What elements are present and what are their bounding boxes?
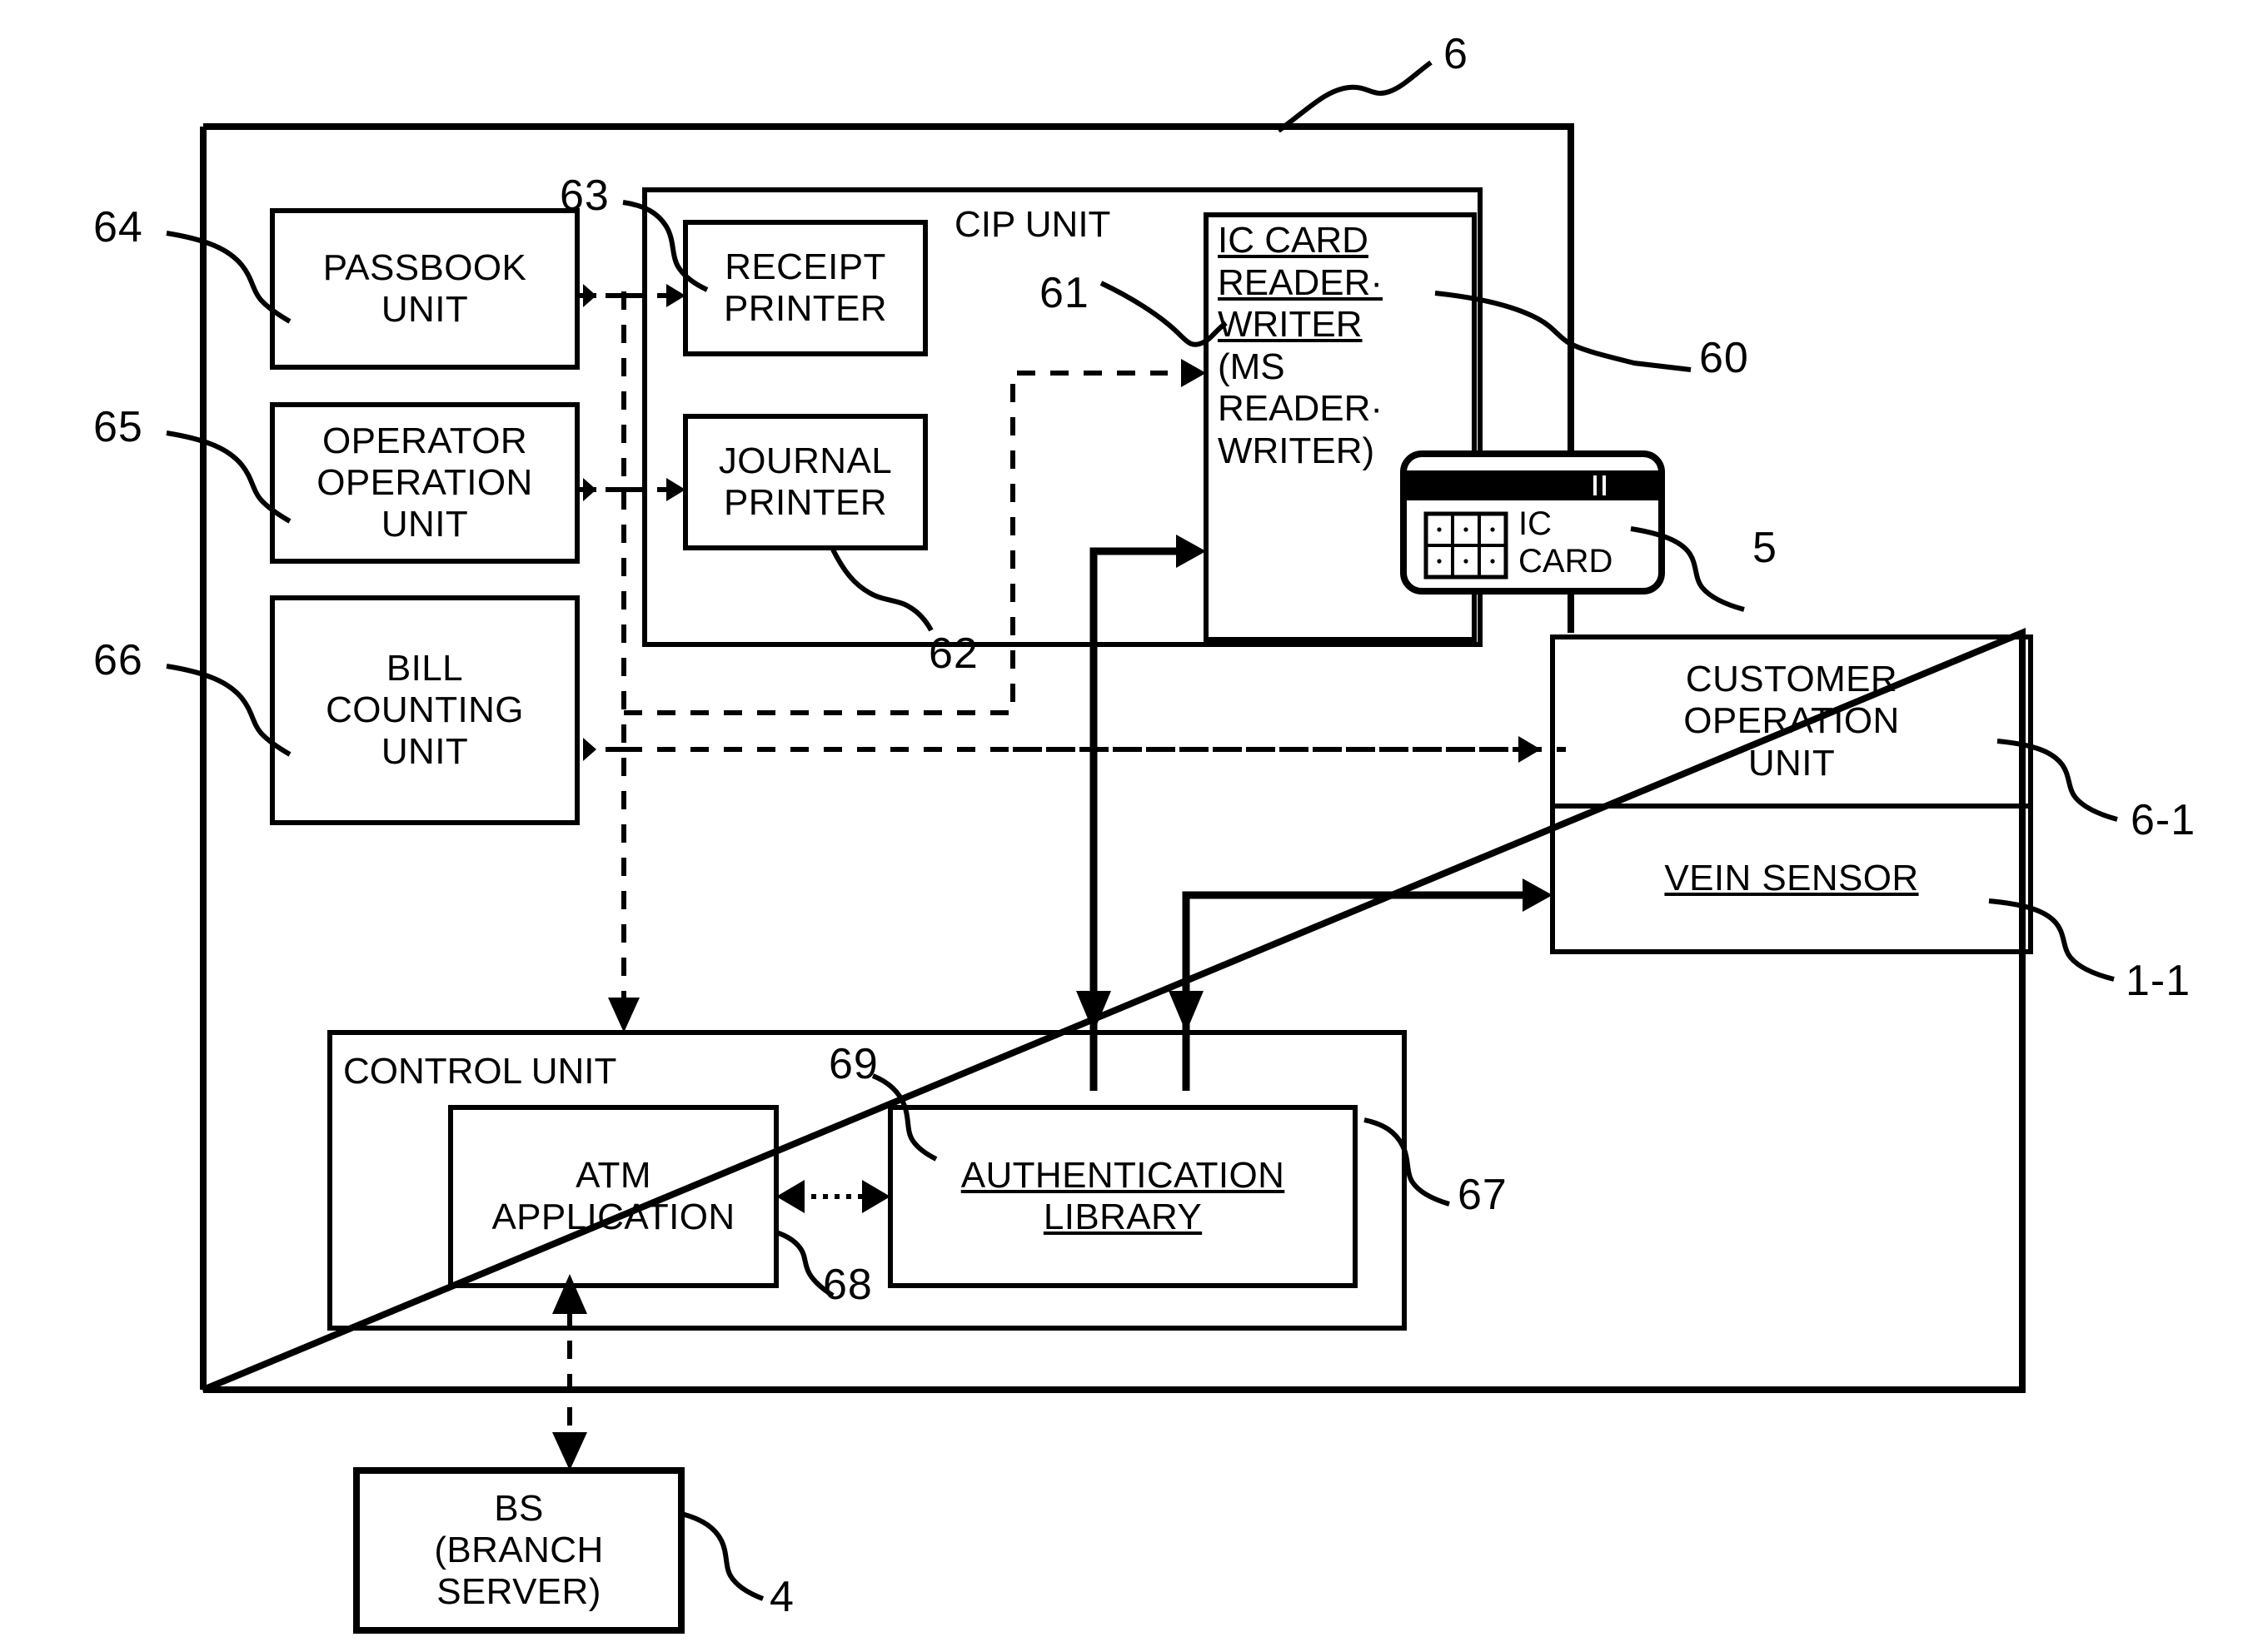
ic-card-reader-writer-line-1: IC CARD: [1218, 220, 1368, 261]
leader-65: [166, 430, 292, 524]
arrowhead-to-atm-application: [776, 1180, 805, 1213]
ref-6: 6: [1443, 30, 1468, 78]
journal-printer-label: JOURNAL PRINTER: [718, 440, 893, 523]
magnetic-stripe: [1407, 470, 1658, 500]
ref-1-1: 1-1: [2126, 957, 2191, 1005]
arrowhead-to-authentication-library: [862, 1180, 890, 1213]
ref-62: 62: [929, 629, 979, 678]
control-unit-title: CONTROL UNIT: [343, 1051, 617, 1092]
atm-application-label: ATM APPLICATION: [491, 1154, 735, 1237]
arrowhead-to-receipt-printer: [666, 284, 685, 307]
arrowhead-to-journal-printer: [666, 478, 685, 501]
leader-61: [1099, 281, 1228, 347]
ic-card-reader-writer-line-4: (MS: [1218, 346, 1285, 387]
ic-card-reader-writer-line-2: READER·: [1218, 261, 1383, 303]
passbook-unit-label: PASSBOOK UNIT: [322, 246, 527, 330]
leader-4: [680, 1511, 765, 1601]
ref-64: 64: [93, 203, 143, 251]
bill-counting-unit-label: BILL COUNTING UNIT: [326, 647, 524, 773]
leader-6: [1277, 60, 1433, 133]
ref-61: 61: [1039, 269, 1089, 317]
arrowhead-to-customer-operation-unit: [1518, 736, 1541, 763]
ref-63: 63: [560, 172, 610, 220]
arrowhead-to-operator-unit: [583, 478, 596, 501]
ref-68: 68: [823, 1261, 873, 1309]
ic-card-reader-writer-line-5: READER·: [1218, 388, 1383, 430]
figure-canvas: 6 PASSBOOK UNIT OPERATOR OPERATION UNIT …: [0, 0, 2243, 1652]
arrowhead-to-passbook: [583, 284, 596, 307]
receipt-printer-label: RECEIPT PRINTER: [724, 246, 887, 329]
authentication-library-label: AUTHENTICATION LIBRARY: [960, 1154, 1285, 1237]
ref-4: 4: [770, 1573, 795, 1621]
arrowhead-to-branch-server: [552, 1432, 587, 1470]
leader-64: [166, 231, 292, 324]
arrowhead-auth-left: [1076, 991, 1111, 1032]
operator-operation-unit-label: OPERATOR OPERATION UNIT: [317, 420, 533, 545]
arrowhead2-to-ic-card-reader: [1176, 535, 1206, 568]
chip-icon: [1423, 511, 1508, 580]
ref-65: 65: [93, 403, 143, 451]
ic-card-reader-writer-line-3: WRITER: [1218, 304, 1363, 346]
ref-5: 5: [1752, 524, 1777, 572]
line-auth-to-ic-card-reader: [1089, 547, 1176, 1091]
arrowhead-to-bill-counting-unit: [583, 738, 596, 761]
customer-operation-unit-label: CUSTOMER OPERATION UNIT: [1683, 659, 1900, 784]
ic-card-label: IC CARD: [1518, 505, 1613, 580]
leader-66: [166, 664, 292, 757]
ic-card-reader-writer-line-6: WRITER): [1218, 430, 1375, 471]
arrowhead-to-control-unit: [608, 998, 640, 1032]
ic-card-reader-writer-label: IC CARD READER· WRITER (MS READER· WRITE…: [1218, 220, 1484, 473]
leader-62: [830, 548, 934, 632]
cip-unit-title: CIP UNIT: [955, 204, 1111, 245]
arrowhead-auth-right: [1169, 991, 1204, 1032]
vein-sensor-label: VEIN SENSOR: [1664, 858, 1919, 899]
ref-66: 66: [93, 636, 143, 684]
leader-5: [1630, 526, 1745, 612]
branch-server-label: BS (BRANCH SERVER): [434, 1487, 604, 1613]
ref-6-1: 6-1: [2131, 796, 2196, 844]
ref-69: 69: [829, 1040, 879, 1088]
line-auth-to-vein-sensor: [1182, 891, 1523, 1091]
ref-60: 60: [1699, 334, 1749, 382]
leader-67: [1363, 1117, 1450, 1207]
ref-67: 67: [1458, 1171, 1508, 1219]
arrowhead-to-ic-card-reader: [1181, 359, 1206, 387]
arrowhead-to-vein-sensor: [1523, 878, 1553, 912]
